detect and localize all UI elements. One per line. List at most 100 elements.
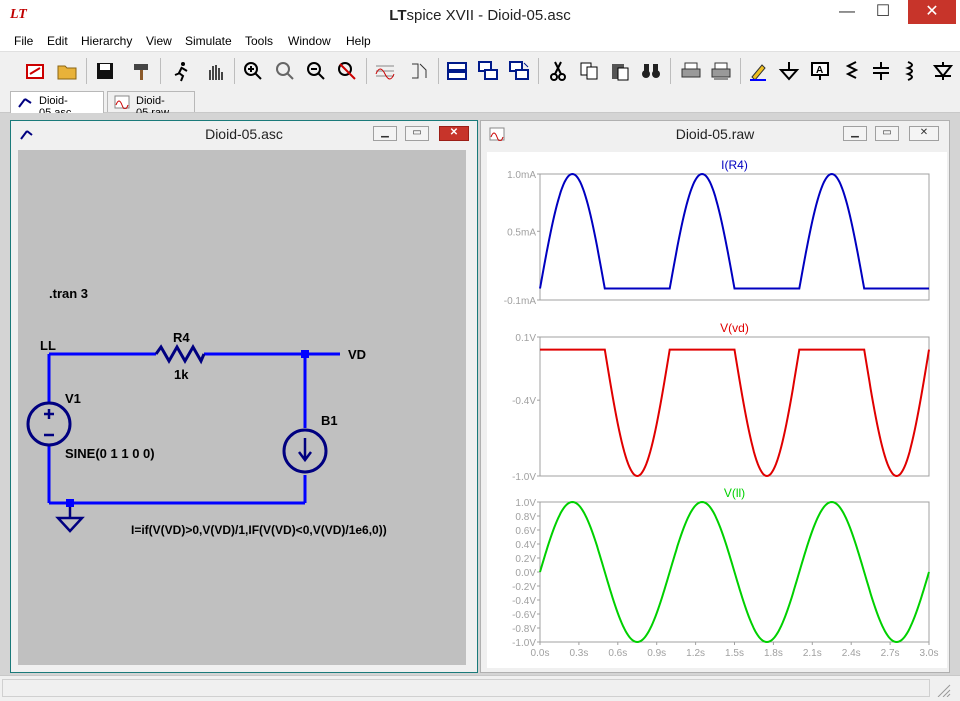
magnifier-icon — [276, 62, 294, 80]
save-button[interactable] — [92, 58, 118, 84]
net-label-icon: A — [811, 62, 829, 80]
mark-unconnected-button[interactable] — [406, 58, 432, 84]
plot-pane-frame[interactable] — [539, 173, 930, 301]
menu-tools[interactable]: Tools — [245, 34, 273, 48]
zoom-fit-icon — [338, 62, 356, 80]
bsource-expression[interactable]: I=if(V(VD)>0,V(VD)/1,IF(V(VD)<0,V(VD)/1e… — [131, 523, 387, 537]
plot-pane-frame[interactable] — [539, 336, 930, 477]
folder-open-icon — [57, 65, 77, 80]
tile-vertical-button[interactable] — [506, 58, 532, 84]
resistor-r4[interactable] — [154, 343, 206, 365]
waveform-plot-area[interactable]: I(R4) 1.0mA 0.5mA -0.1mA V(vd) 0.1V -0.4V -1.0V… — [487, 152, 947, 668]
place-resistor-button[interactable] — [838, 58, 864, 84]
cascade-button[interactable] — [475, 58, 501, 84]
x-tick-label: 1.5s — [725, 648, 744, 659]
voltage-source-v1[interactable] — [26, 401, 72, 447]
y-tick-label: -1.0V — [512, 472, 536, 483]
autorange-button[interactable] — [372, 58, 398, 84]
waveform-minimize-button[interactable]: ▁ — [843, 126, 867, 141]
plot-pane-title[interactable]: I(R4) — [721, 158, 748, 172]
printer-setup-icon — [711, 62, 731, 80]
copy-button[interactable] — [576, 58, 602, 84]
new-schematic-button[interactable] — [22, 58, 48, 84]
schematic-minimize-button[interactable]: ▁ — [373, 126, 397, 141]
status-message — [2, 679, 930, 697]
pencil-icon — [750, 64, 766, 81]
print-setup-button[interactable] — [708, 58, 734, 84]
waveform-close-button[interactable]: ✕ — [909, 126, 939, 141]
control-panel-button[interactable] — [128, 58, 154, 84]
y-tick-label: -0.2V — [512, 582, 536, 593]
bsource-name[interactable]: B1 — [321, 413, 338, 428]
zoom-in-button[interactable] — [240, 58, 266, 84]
tab-schematic[interactable]: Dioid-05.asc — [10, 91, 104, 119]
paste-icon — [612, 64, 629, 81]
tab-waveform[interactable]: Dioid-05.raw — [107, 91, 195, 119]
menu-view[interactable]: View — [146, 34, 172, 48]
waveform-icon — [114, 95, 130, 112]
close-button[interactable]: ✕ — [908, 0, 956, 24]
resize-grip[interactable] — [932, 679, 956, 698]
spice-directive[interactable]: .tran 3 — [49, 286, 88, 301]
zoom-fit-button[interactable] — [334, 58, 360, 84]
run-button[interactable] — [168, 58, 194, 84]
source-name[interactable]: V1 — [65, 391, 81, 406]
zoom-out-button[interactable] — [303, 58, 329, 84]
current-source-b1[interactable] — [282, 428, 328, 474]
resistor-icon — [845, 61, 859, 79]
find-button[interactable] — [638, 58, 664, 84]
waveform-restore-button[interactable]: ▭ — [875, 126, 899, 141]
maximize-button[interactable]: ☐ — [866, 0, 900, 24]
minimize-button[interactable]: — — [830, 0, 864, 24]
label-net-button[interactable]: A — [807, 58, 833, 84]
waveform-grid-icon — [375, 65, 395, 80]
menu-edit[interactable]: Edit — [47, 34, 68, 48]
paste-button[interactable] — [607, 58, 633, 84]
halt-button[interactable] — [202, 58, 228, 84]
draw-wire-button[interactable] — [745, 58, 771, 84]
schematic-close-button[interactable]: ✕ — [439, 126, 469, 141]
place-diode-button[interactable] — [930, 58, 956, 84]
menu-simulate[interactable]: Simulate — [185, 34, 232, 48]
schematic-restore-button[interactable]: ▭ — [405, 126, 429, 141]
print-button[interactable] — [678, 58, 704, 84]
place-ground-button[interactable] — [776, 58, 802, 84]
toolbar: A — [0, 51, 960, 89]
running-man-icon — [174, 62, 188, 82]
resistor-name[interactable]: R4 — [173, 330, 190, 345]
cut-button[interactable] — [545, 58, 571, 84]
tile-horizontal-button[interactable] — [444, 58, 470, 84]
y-tick-label: 0.6V — [515, 526, 536, 537]
x-tick-label: 1.2s — [686, 648, 705, 659]
menu-file[interactable]: File — [14, 34, 33, 48]
title-bar: LT LTspice XVII - Dioid-05.asc — ☐ ✕ — [0, 0, 960, 31]
place-inductor-button[interactable] — [898, 58, 924, 84]
zoom-out-icon — [307, 62, 325, 80]
y-tick-label: 1.0mA — [507, 170, 536, 181]
schematic-window: Dioid-05.asc ▁ ▭ ✕ .tran 3 LL VD R4 1k V… — [10, 120, 478, 673]
ground-icon — [778, 62, 800, 81]
waveform-window-icon — [489, 127, 505, 144]
floppy-disk-icon — [97, 63, 113, 79]
net-label-vd[interactable]: VD — [348, 347, 366, 362]
open-button[interactable] — [54, 58, 80, 84]
plot-pane-title[interactable]: V(ll) — [724, 486, 745, 500]
tile-horizontal-icon — [447, 62, 467, 80]
menu-hierarchy[interactable]: Hierarchy — [81, 34, 132, 48]
menu-help[interactable]: Help — [346, 34, 371, 48]
plot-pane-title[interactable]: V(vd) — [720, 321, 749, 335]
net-label-ll[interactable]: LL — [40, 338, 56, 353]
source-value[interactable]: SINE(0 1 1 0 0) — [65, 446, 155, 461]
waveform-plots[interactable]: I(R4) 1.0mA 0.5mA -0.1mA V(vd) 0.1V -0.4V -1.0V… — [487, 152, 947, 668]
cascade-icon — [478, 61, 498, 80]
zoom-pan-button[interactable] — [272, 58, 298, 84]
window-title: LTspice XVII - Dioid-05.asc — [0, 7, 960, 24]
copy-icon — [580, 62, 598, 80]
hammer-icon — [134, 64, 148, 80]
title-rest: spice XVII - Dioid-05.asc — [406, 7, 571, 24]
x-tick-label: 2.1s — [803, 648, 822, 659]
menu-window[interactable]: Window — [288, 34, 331, 48]
schematic-canvas[interactable]: .tran 3 LL VD R4 1k V1 SINE(0 1 1 0 0) B… — [18, 150, 466, 665]
resistor-value[interactable]: 1k — [174, 367, 189, 382]
place-capacitor-button[interactable] — [868, 58, 894, 84]
